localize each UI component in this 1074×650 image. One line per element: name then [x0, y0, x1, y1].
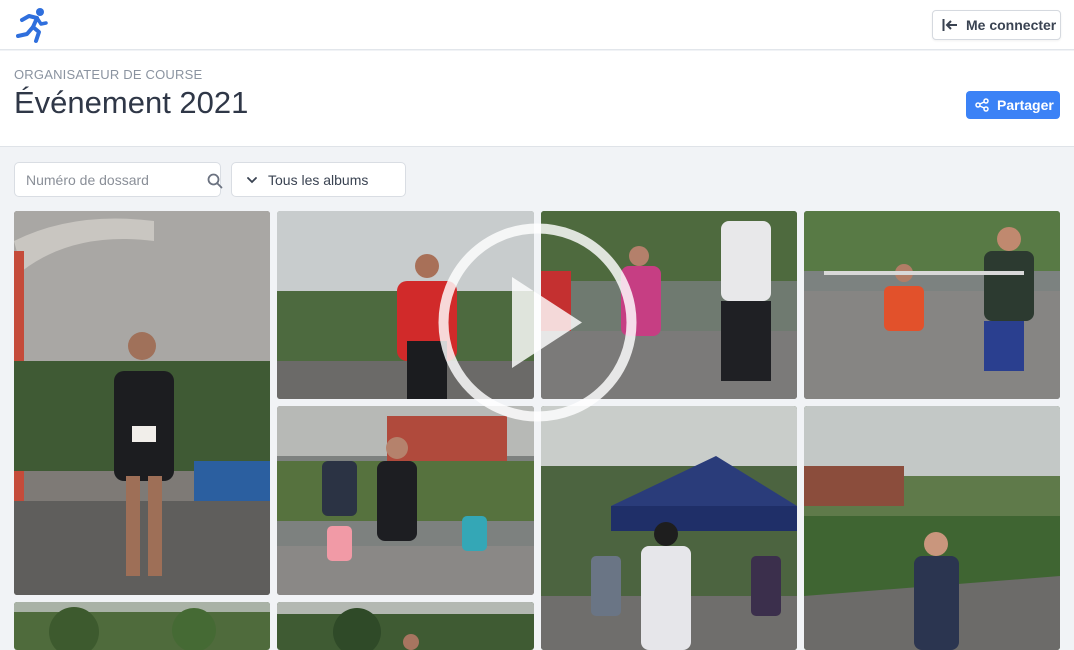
- album-select[interactable]: Tous les albums: [231, 162, 406, 197]
- organizer-label: ORGANISATEUR DE COURSE: [14, 67, 203, 82]
- family-running-photo[interactable]: [277, 406, 534, 595]
- runner-icon[interactable]: [13, 6, 49, 44]
- bib-search-input[interactable]: [26, 172, 186, 188]
- bib-search-field[interactable]: [14, 162, 223, 197]
- cyclist-tent-photo[interactable]: [541, 406, 797, 650]
- share-icon: [975, 98, 989, 112]
- woman-runner-photo[interactable]: [804, 406, 1060, 650]
- event-header: ORGANISATEUR DE COURSE Événement 2021 Pa…: [0, 51, 1074, 147]
- sign-in-icon: [942, 19, 957, 31]
- chevron-down-icon: [247, 176, 257, 183]
- trees-photo[interactable]: [14, 602, 270, 650]
- top-bar: Me connecter: [0, 0, 1074, 50]
- share-label: Partager: [997, 97, 1054, 113]
- login-button[interactable]: Me connecter: [932, 10, 1061, 40]
- login-label: Me connecter: [966, 17, 1057, 33]
- forest-runner-photo[interactable]: [277, 602, 534, 650]
- child-orange-shirt-photo[interactable]: [804, 211, 1060, 399]
- page-title: Événement 2021: [14, 85, 249, 120]
- share-button[interactable]: Partager: [966, 91, 1060, 119]
- album-select-label: Tous les albums: [268, 171, 369, 188]
- runner-finish-arch-photo[interactable]: [14, 211, 270, 595]
- play-icon[interactable]: [437, 222, 638, 423]
- search-icon[interactable]: [207, 173, 223, 189]
